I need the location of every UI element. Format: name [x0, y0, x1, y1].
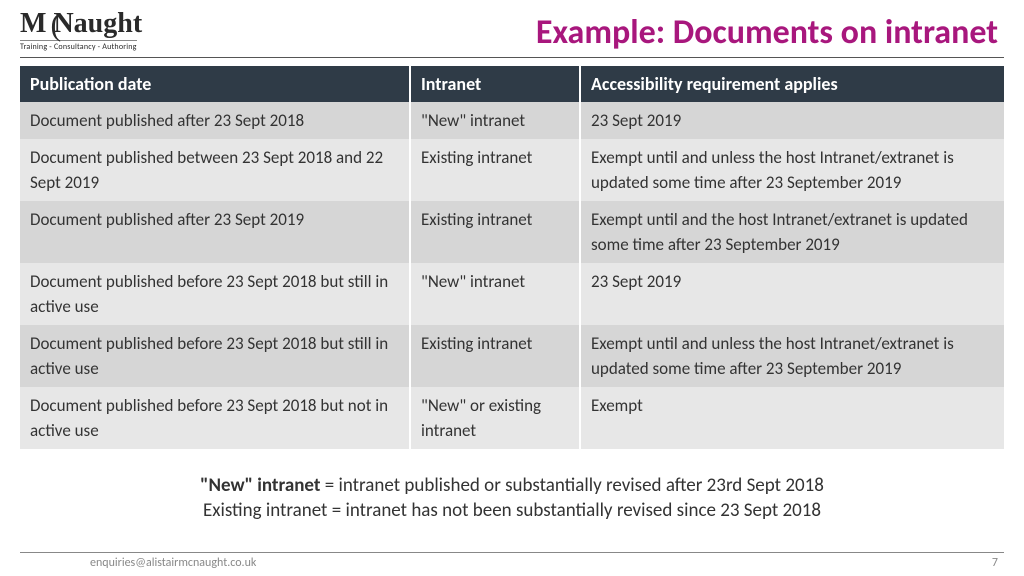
page-number: 7 — [992, 556, 1004, 570]
slide-footer: enquiries@alistairmcnaught.co.uk 7 — [20, 552, 1004, 570]
cell-accessibility: Exempt until and unless the host Intrane… — [580, 325, 1004, 387]
cell-publication-date: Document published between 23 Sept 2018 … — [20, 139, 410, 201]
cell-publication-date: Document published before 23 Sept 2018 b… — [20, 263, 410, 325]
cell-publication-date: Document published after 23 Sept 2018 — [20, 102, 410, 139]
documents-table: Publication date Intranet Accessibility … — [20, 66, 1004, 449]
cell-intranet: "New" intranet — [410, 102, 580, 139]
col-header-intranet: Intranet — [410, 66, 580, 102]
cell-intranet: "New" intranet — [410, 263, 580, 325]
cell-intranet: Existing intranet — [410, 139, 580, 201]
cell-accessibility: Exempt until and the host Intranet/extra… — [580, 201, 1004, 263]
table-row: Document published before 23 Sept 2018 b… — [20, 263, 1004, 325]
cell-intranet: Existing intranet — [410, 201, 580, 263]
col-header-accessibility: Accessibility requirement applies — [580, 66, 1004, 102]
cell-accessibility: 23 Sept 2019 — [580, 102, 1004, 139]
definition-notes: "New" intranet = intranet published or s… — [40, 473, 984, 524]
slide-title: Example: Documents on intranet — [536, 10, 1004, 53]
table-row: Document published before 23 Sept 2018 b… — [20, 387, 1004, 449]
cell-publication-date: Document published before 23 Sept 2018 b… — [20, 387, 410, 449]
cell-intranet: "New" or existing intranet — [410, 387, 580, 449]
cell-accessibility: 23 Sept 2019 — [580, 263, 1004, 325]
brand-logo: M (Naught Training - Consultancy - Autho… — [20, 10, 142, 52]
logo-text: M (Naught — [20, 10, 142, 38]
table-row: Document published between 23 Sept 2018 … — [20, 139, 1004, 201]
col-header-publication-date: Publication date — [20, 66, 410, 102]
logo-tagline: Training - Consultancy - Authoring — [20, 40, 137, 52]
cell-intranet: Existing intranet — [410, 325, 580, 387]
note-new-intranet: "New" intranet = intranet published or s… — [40, 473, 984, 499]
note-new-def: = intranet published or substantially re… — [320, 474, 823, 497]
footer-email: enquiries@alistairmcnaught.co.uk — [20, 556, 256, 570]
table-row: Document published before 23 Sept 2018 b… — [20, 325, 1004, 387]
note-existing-intranet: Existing intranet = intranet has not bee… — [40, 498, 984, 524]
cell-publication-date: Document published after 23 Sept 2019 — [20, 201, 410, 263]
note-new-label: "New" intranet — [200, 474, 320, 497]
cell-accessibility: Exempt — [580, 387, 1004, 449]
title-rule — [20, 57, 1004, 58]
cell-publication-date: Document published before 23 Sept 2018 b… — [20, 325, 410, 387]
cell-accessibility: Exempt until and unless the host Intrane… — [580, 139, 1004, 201]
table-row: Document published after 23 Sept 2018 "N… — [20, 102, 1004, 139]
table-header-row: Publication date Intranet Accessibility … — [20, 66, 1004, 102]
table-row: Document published after 23 Sept 2019 Ex… — [20, 201, 1004, 263]
